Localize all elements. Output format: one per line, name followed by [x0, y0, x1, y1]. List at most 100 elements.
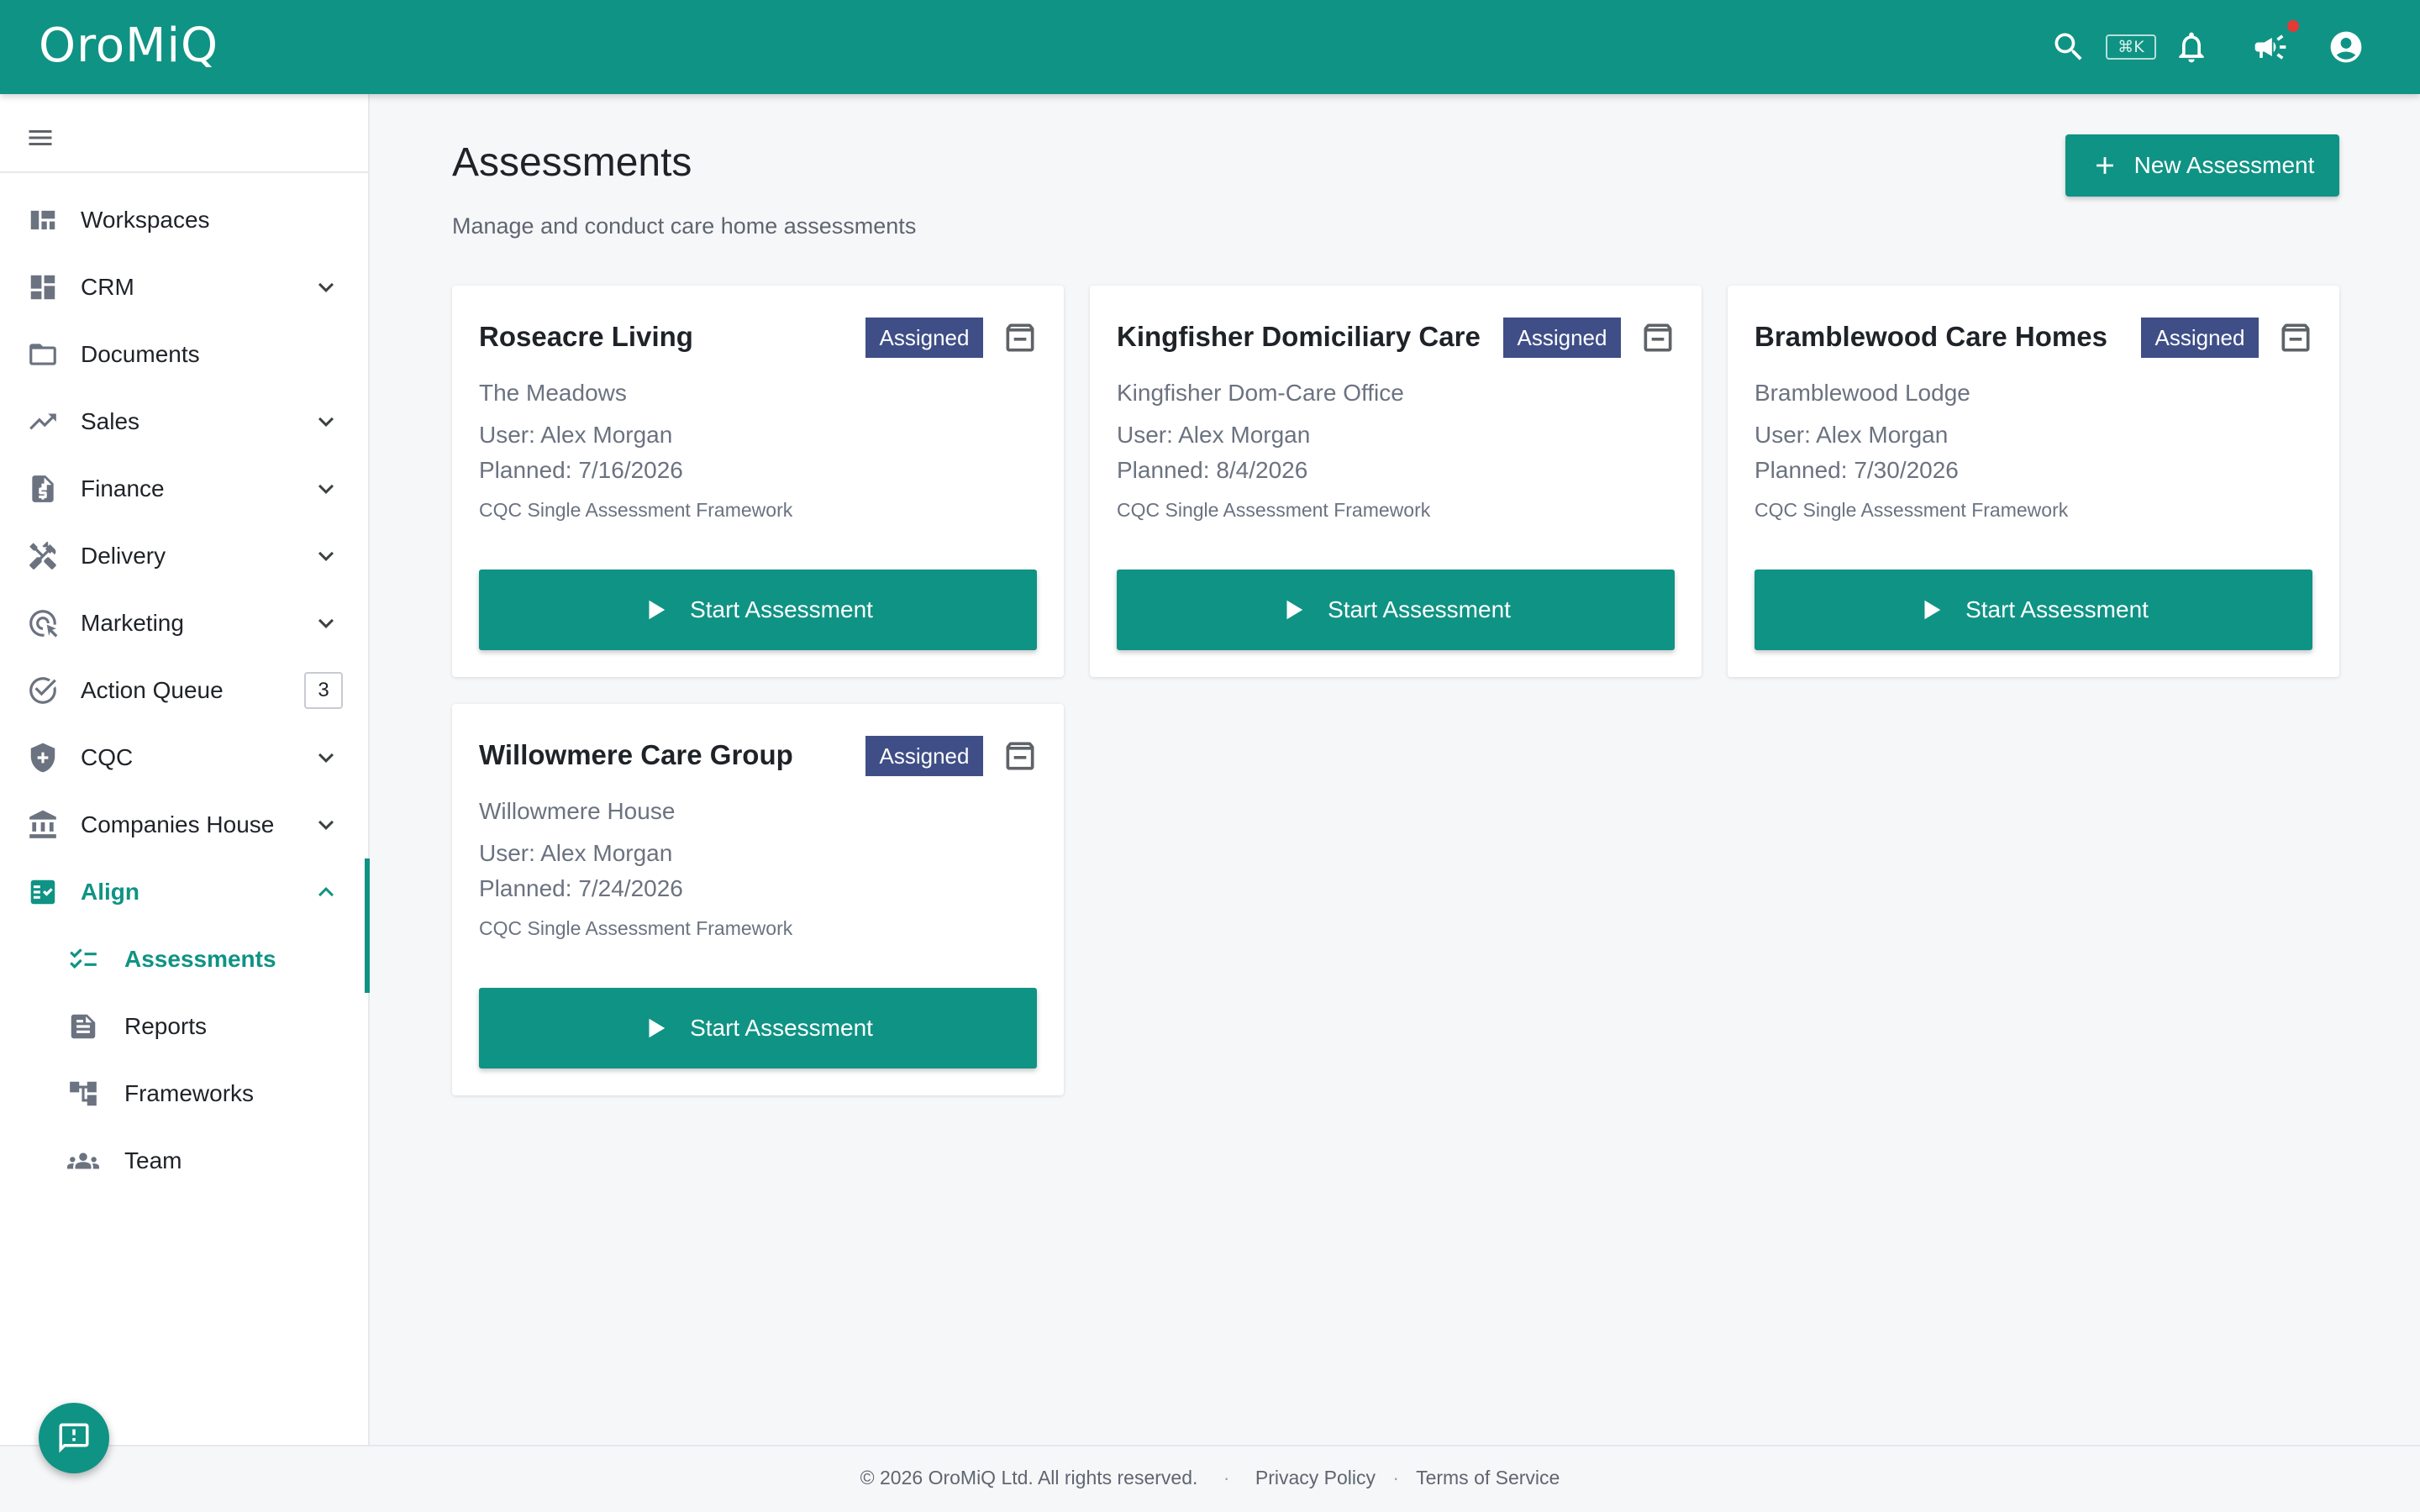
sidebar-item-label: Action Queue: [81, 677, 224, 703]
play-icon: [649, 1018, 666, 1038]
sidebar-item-label: Frameworks: [124, 1080, 255, 1106]
start-assessment-label: Start Assessment: [690, 596, 873, 622]
card-user: User: Alex Morgan: [1754, 422, 1949, 448]
sidebar-item-action-queue[interactable]: Action Queue 3: [0, 660, 368, 721]
sidebar-divider: [0, 171, 368, 173]
dashboard-icon: [27, 271, 59, 303]
action-queue-count-badge: 3: [304, 672, 343, 709]
plus-icon: [2096, 157, 2113, 174]
sidebar-item-team[interactable]: Team: [0, 1131, 368, 1191]
tools-icon: [27, 540, 59, 572]
footer-separator: ·: [1223, 1467, 1230, 1488]
sidebar-item-crm[interactable]: CRM: [0, 257, 368, 318]
chevron-down-icon: [311, 474, 341, 504]
card-title: Willowmere Care Group: [479, 739, 793, 770]
card-framework: CQC Single Assessment Framework: [1754, 499, 2069, 521]
hierarchy-icon: [67, 1078, 99, 1110]
card-planned-date: Planned: 7/16/2026: [479, 457, 683, 483]
sidebar-item-label: Workspaces: [81, 207, 210, 233]
card-location: Willowmere House: [479, 798, 676, 824]
active-section-indicator: [365, 858, 370, 993]
terms-of-service-link[interactable]: Terms of Service: [1416, 1467, 1560, 1488]
card-user: User: Alex Morgan: [479, 422, 673, 448]
search-icon[interactable]: [2047, 25, 2091, 69]
sidebar-item-companies-house[interactable]: Companies House: [0, 795, 368, 855]
chevron-down-icon: [311, 272, 341, 302]
start-assessment-label: Start Assessment: [1965, 596, 2149, 622]
card-planned-date: Planned: 7/24/2026: [479, 875, 683, 901]
notification-dot: [2287, 20, 2299, 32]
archive-icon[interactable]: [1002, 738, 1039, 774]
sidebar-item-frameworks[interactable]: Frameworks: [0, 1063, 368, 1124]
status-badge: Assigned: [2141, 318, 2259, 358]
sidebar-item-assessments[interactable]: Assessments: [0, 929, 368, 990]
page-subtitle: Manage and conduct care home assessments: [452, 213, 917, 239]
invoice-icon: [27, 473, 59, 505]
shield-icon: [27, 742, 59, 774]
sidebar-item-align[interactable]: Align: [0, 862, 368, 922]
app-logo[interactable]: OroMiQ: [39, 18, 218, 73]
archive-icon[interactable]: [1002, 319, 1039, 356]
sidebar-item-label: Reports: [124, 1013, 208, 1039]
feedback-icon: [59, 1423, 89, 1453]
archive-icon[interactable]: [1639, 319, 1676, 356]
sidebar-item-label: CRM: [81, 274, 134, 300]
status-badge: Assigned: [865, 318, 983, 358]
start-assessment-button[interactable]: Start Assessment: [479, 988, 1037, 1068]
card-title: Roseacre Living: [479, 321, 693, 352]
sidebar-item-label: CQC: [81, 744, 134, 770]
sidebar-item-label: Delivery: [81, 543, 166, 569]
sidebar-item-marketing[interactable]: Marketing: [0, 593, 368, 654]
sidebar-item-reports[interactable]: Reports: [0, 996, 368, 1057]
footer-separator: ·: [1392, 1467, 1400, 1488]
sidebar-item-label: Assessments: [124, 946, 276, 972]
privacy-policy-link[interactable]: Privacy Policy: [1255, 1467, 1376, 1488]
bank-icon: [27, 809, 59, 841]
assessment-card: Willowmere Care Group Assigned Willowmer…: [452, 704, 1064, 1095]
card-framework: CQC Single Assessment Framework: [1117, 499, 1431, 521]
card-planned-date: Planned: 7/30/2026: [1754, 457, 1959, 483]
trending-up-icon: [27, 406, 59, 438]
start-assessment-button[interactable]: Start Assessment: [479, 570, 1037, 650]
report-icon: [67, 1011, 99, 1042]
notifications-icon[interactable]: [2170, 25, 2213, 69]
menu-icon[interactable]: [25, 123, 55, 153]
sidebar-item-documents[interactable]: Documents: [0, 324, 368, 385]
sidebar-item-finance[interactable]: Finance: [0, 459, 368, 519]
sidebar-item-label: Marketing: [81, 610, 184, 636]
sidebar-item-label: Align: [81, 879, 139, 905]
start-assessment-button[interactable]: Start Assessment: [1117, 570, 1675, 650]
card-planned-date: Planned: 8/4/2026: [1117, 457, 1308, 483]
sidebar-item-label: Companies House: [81, 811, 275, 837]
start-assessment-label: Start Assessment: [690, 1015, 873, 1041]
card-user: User: Alex Morgan: [1117, 422, 1311, 448]
sidebar: Workspaces CRM Documents Sales Finance D…: [0, 94, 370, 1445]
account-icon[interactable]: [2324, 25, 2368, 69]
chevron-down-icon: [311, 541, 341, 571]
feedback-chat-button[interactable]: [39, 1403, 109, 1473]
card-location: The Meadows: [479, 380, 627, 406]
card-location: Kingfisher Dom-Care Office: [1117, 380, 1404, 406]
checklist-icon: [27, 876, 59, 908]
chevron-down-icon: [311, 608, 341, 638]
card-framework: CQC Single Assessment Framework: [479, 917, 793, 939]
people-icon: [67, 1145, 99, 1177]
sidebar-item-cqc[interactable]: CQC: [0, 727, 368, 788]
card-location: Bramblewood Lodge: [1754, 380, 1970, 406]
sidebar-item-sales[interactable]: Sales: [0, 391, 368, 452]
start-assessment-label: Start Assessment: [1328, 596, 1511, 622]
target-icon: [27, 607, 59, 639]
play-icon: [1924, 600, 1941, 620]
announcements-icon[interactable]: [2249, 25, 2292, 69]
sidebar-item-delivery[interactable]: Delivery: [0, 526, 368, 586]
assessment-card: Bramblewood Care Homes Assigned Bramblew…: [1728, 286, 2339, 677]
sidebar-item-label: Documents: [81, 341, 200, 367]
start-assessment-button[interactable]: Start Assessment: [1754, 570, 2312, 650]
new-assessment-button[interactable]: New Assessment: [2065, 134, 2339, 197]
chevron-down-icon: [311, 407, 341, 437]
card-user: User: Alex Morgan: [479, 840, 673, 866]
archive-icon[interactable]: [2277, 319, 2314, 356]
sidebar-item-workspaces[interactable]: Workspaces: [0, 190, 368, 250]
status-badge: Assigned: [1503, 318, 1621, 358]
sidebar-item-label: Team: [124, 1147, 182, 1173]
